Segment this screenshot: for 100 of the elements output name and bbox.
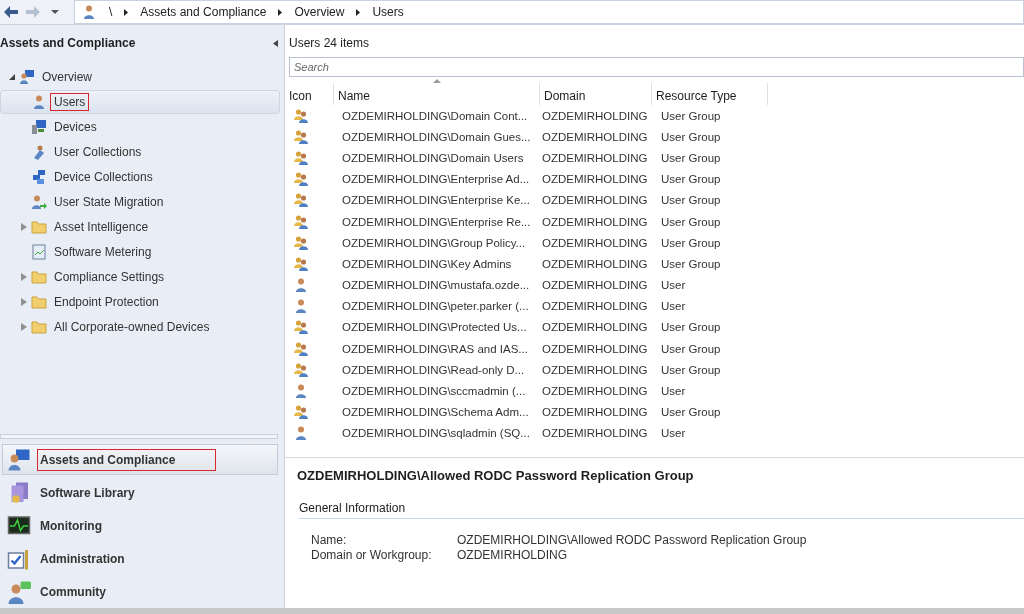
user-icon bbox=[293, 298, 309, 315]
table-cell-text: User Group bbox=[660, 342, 722, 355]
table-cell-text: User bbox=[660, 385, 687, 398]
pane-title: Assets and Compliance bbox=[0, 36, 136, 50]
tree-item-label: User State Migration bbox=[53, 194, 165, 211]
table-cell-text: OZDEMIRHOLDING\Domain Users bbox=[341, 151, 525, 164]
splitter-bar[interactable] bbox=[0, 434, 278, 439]
table-cell-text: OZDEMIRHOLDING bbox=[541, 194, 649, 207]
user-group-icon bbox=[293, 319, 309, 336]
tree-item-label: User Collections bbox=[53, 144, 143, 161]
table-cell-text: User Group bbox=[660, 194, 722, 207]
table-cell-text: OZDEMIRHOLDING bbox=[541, 321, 649, 334]
tree-item[interactable]: Device Collections bbox=[0, 165, 280, 189]
table-cell-text: OZDEMIRHOLDING bbox=[541, 279, 649, 292]
field-value: OZDEMIRHOLDING\Allowed RODC Password Replication Group bbox=[457, 533, 808, 547]
caret-icon bbox=[51, 10, 59, 14]
table-cell-text: OZDEMIRHOLDING bbox=[541, 236, 649, 249]
table-cell-text: User bbox=[660, 427, 687, 440]
tree-item-label: Overview bbox=[41, 69, 93, 86]
tree-item-label: Device Collections bbox=[53, 169, 154, 186]
table-cell-text: OZDEMIRHOLDING bbox=[541, 300, 649, 313]
workspace-item[interactable]: Software Library bbox=[2, 477, 278, 508]
workspace-item[interactable]: Community bbox=[2, 576, 278, 607]
user-group-icon bbox=[293, 149, 309, 166]
user-arrow-icon bbox=[31, 194, 47, 210]
tree-item[interactable]: Compliance Settings bbox=[0, 265, 280, 289]
folder-icon bbox=[31, 319, 47, 335]
table-cell-text: User Group bbox=[660, 173, 722, 186]
address-bar[interactable]: \ Assets and Compliance Overview Users bbox=[74, 0, 1024, 24]
breadcrumb-item[interactable]: Users bbox=[372, 5, 404, 19]
field-label: Name: bbox=[311, 533, 348, 547]
tree-item-label: Devices bbox=[53, 119, 98, 136]
workspace-item[interactable]: Monitoring bbox=[2, 510, 278, 541]
table-cell-text: OZDEMIRHOLDING bbox=[541, 385, 649, 398]
table-cell-text: User bbox=[660, 300, 687, 313]
tree-item[interactable]: User Collections bbox=[0, 140, 280, 164]
table-cell-text: OZDEMIRHOLDING\sqladmin (SQ... bbox=[341, 427, 531, 440]
table-cell-text: OZDEMIRHOLDING\Enterprise Ke... bbox=[341, 194, 531, 207]
forward-arrow-icon bbox=[25, 5, 41, 19]
table-cell-text: OZDEMIRHOLDING bbox=[541, 215, 649, 228]
user-icon bbox=[293, 277, 309, 294]
breadcrumb-item[interactable]: Overview bbox=[294, 5, 345, 19]
tree-item[interactable]: All Corporate-owned Devices bbox=[0, 315, 280, 339]
workspace-item[interactable]: Assets and Compliance bbox=[2, 444, 278, 475]
tree-item-label: Endpoint Protection bbox=[53, 294, 160, 311]
workspace-item[interactable]: Administration bbox=[2, 543, 278, 574]
workspace-label: Administration bbox=[39, 550, 126, 568]
expand-arrow-icon[interactable] bbox=[21, 223, 27, 231]
workspace-label: Software Library bbox=[39, 484, 136, 502]
table-cell-text: User Group bbox=[660, 151, 722, 164]
expand-arrow-icon[interactable] bbox=[21, 298, 27, 306]
folder-icon bbox=[31, 294, 47, 310]
table-cell-text: OZDEMIRHOLDING\Domain Gues... bbox=[341, 130, 532, 143]
tree-item[interactable]: Endpoint Protection bbox=[0, 290, 280, 314]
table-cell-text: OZDEMIRHOLDING\Key Admins bbox=[341, 257, 513, 270]
expand-arrow-icon[interactable] bbox=[21, 273, 27, 281]
collapse-arrow-icon[interactable] bbox=[9, 74, 15, 80]
breadcrumb-item[interactable]: \ bbox=[109, 5, 113, 19]
table-cell-text: User Group bbox=[660, 215, 722, 228]
user-group-icon bbox=[293, 192, 309, 209]
table-cell-text: OZDEMIRHOLDING bbox=[541, 151, 649, 164]
breadcrumb-item[interactable]: Assets and Compliance bbox=[140, 5, 267, 19]
tree-item-label: All Corporate-owned Devices bbox=[53, 319, 211, 336]
table-cell-text: OZDEMIRHOLDING\Domain Cont... bbox=[341, 109, 529, 122]
folder-icon bbox=[31, 269, 47, 285]
tree-item[interactable]: Devices bbox=[0, 115, 280, 139]
tree-item-label: Software Metering bbox=[53, 244, 153, 261]
table-cell-text: OZDEMIRHOLDING bbox=[541, 257, 649, 270]
table-cell-text: OZDEMIRHOLDING bbox=[541, 363, 649, 376]
table-cell-text: OZDEMIRHOLDING\sccmadmin (... bbox=[341, 385, 527, 398]
table-cell-text: User bbox=[660, 279, 687, 292]
metering-icon bbox=[31, 244, 47, 260]
search-field[interactable]: Search bbox=[289, 57, 1024, 77]
table-cell-text: User Group bbox=[660, 109, 722, 122]
collapse-pane-icon[interactable] bbox=[273, 39, 278, 47]
tree-item[interactable]: Asset Intelligence bbox=[0, 215, 280, 239]
tree-item[interactable]: Overview bbox=[0, 65, 280, 89]
workspace-label: Monitoring bbox=[39, 517, 103, 535]
table-cell-text: OZDEMIRHOLDING\peter.parker (... bbox=[341, 300, 530, 313]
user-group-icon bbox=[293, 234, 309, 251]
user-icon bbox=[293, 383, 309, 400]
sort-arrow-icon bbox=[432, 79, 441, 83]
separator-arrow-icon bbox=[278, 8, 283, 16]
table-cell-text: OZDEMIRHOLDING\Enterprise Ad... bbox=[341, 173, 531, 186]
user-group-icon bbox=[293, 255, 309, 272]
table-cell-text: OZDEMIRHOLDING\Schema Adm... bbox=[341, 406, 530, 419]
table-cell-text: User Group bbox=[660, 406, 722, 419]
tree-item[interactable]: Software Metering bbox=[0, 240, 280, 264]
tree-item[interactable]: User State Migration bbox=[0, 190, 280, 214]
workspace-label: Assets and Compliance bbox=[37, 448, 217, 471]
table-cell-text: OZDEMIRHOLDING\mustafa.ozde... bbox=[341, 279, 531, 292]
scroll-bar[interactable] bbox=[0, 608, 1024, 614]
user-group-icon bbox=[293, 128, 309, 145]
user-computer-icon bbox=[7, 447, 31, 472]
computer-icon bbox=[31, 119, 47, 135]
user-group-icon bbox=[293, 213, 309, 230]
folder-icon bbox=[31, 219, 47, 235]
tree-item[interactable]: Users bbox=[0, 90, 280, 114]
expand-arrow-icon[interactable] bbox=[21, 323, 27, 331]
device-collection-icon bbox=[31, 169, 47, 185]
